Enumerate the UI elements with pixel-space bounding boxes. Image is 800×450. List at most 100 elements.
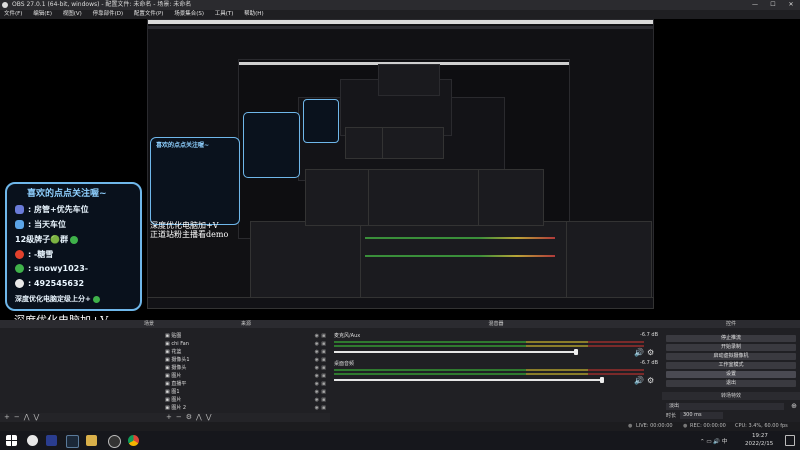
nested-meter (365, 237, 555, 239)
menu-profile[interactable]: 配置文件(P) (134, 11, 164, 17)
source-item[interactable]: ▣ 图片 ◉ ▣ (165, 373, 327, 380)
volume-slider[interactable] (334, 379, 602, 381)
scenes-tab[interactable]: 场景 (0, 320, 162, 328)
speaker-icon[interactable]: 🔊 (634, 376, 644, 385)
app-icon[interactable] (46, 435, 57, 446)
close-button[interactable]: ✕ (782, 0, 800, 10)
eye-icon[interactable]: ◉ (315, 341, 319, 348)
scenes-footer: + − ⋀ ⋁ (0, 413, 162, 422)
start-virtual-camera-button[interactable]: 启动虚拟摄像机 (666, 353, 796, 360)
source-item[interactable]: ▣ 图1 ◉ ▣ (165, 389, 327, 396)
eye-icon[interactable]: ◉ (315, 373, 319, 380)
scenes-dock: 场景 + − ⋀ ⋁ (0, 320, 163, 422)
source-item[interactable]: ▣ 图片 ◉ ▣ (165, 397, 327, 404)
menu-tools[interactable]: 工具(T) (215, 11, 234, 17)
lock-icon[interactable]: ▣ (321, 397, 326, 404)
gear-icon[interactable]: ⚙ (647, 348, 654, 357)
lock-icon[interactable]: ▣ (321, 405, 326, 412)
eye-icon[interactable]: ◉ (315, 381, 319, 388)
tray-icons[interactable]: ⌃ ▭ 🔊 中 (700, 437, 727, 445)
lock-icon[interactable]: ▣ (321, 373, 326, 380)
source-item[interactable]: ▣ 摄像头 ◉ ▣ (165, 365, 327, 372)
lock-icon[interactable]: ▣ (321, 381, 326, 388)
add-transition-button[interactable]: ⊕ (791, 402, 797, 410)
eye-icon[interactable]: ◉ (315, 349, 319, 356)
lock-icon[interactable]: ▣ (321, 365, 326, 372)
volume-slider[interactable] (334, 351, 576, 353)
nested-preview-5 (378, 64, 440, 96)
window-titlebar: OBS 27.0.1 (64-bit, windows) - 配置文件: 未命名… (0, 0, 800, 10)
exit-button[interactable]: 退出 (666, 380, 796, 387)
stop-streaming-button[interactable]: 停止推流 (666, 335, 796, 342)
menu-help[interactable]: 帮助(H) (244, 11, 263, 17)
rec-status: REC: 00:00:00 (690, 423, 726, 429)
studio-mode-button[interactable]: 工作室模式 (666, 362, 796, 369)
move-down-button[interactable]: ⋁ (34, 413, 40, 421)
start-recording-button[interactable]: 开始录制 (666, 344, 796, 351)
lock-icon[interactable]: ▣ (321, 389, 326, 396)
windows-start-icon[interactable] (6, 435, 17, 446)
taskbar-date: 2022/2/15 (745, 441, 774, 447)
chrome-icon[interactable] (128, 435, 139, 446)
menu-view[interactable]: 视图(V) (63, 11, 82, 17)
source-item[interactable]: ▣ 花篮 ◉ ▣ (165, 349, 327, 356)
source-item[interactable]: ▣ 贴图 ◉ ▣ (165, 333, 327, 340)
nested-mixer-dock-2 (368, 169, 480, 226)
source-item[interactable]: ▣ 图片 2 ◉ ▣ (165, 405, 327, 412)
preview-canvas[interactable]: 喜欢的点点关注喔~ 喜欢的点点关注喔~ : 房管+优先车位 : 当天车位 12级… (0, 19, 800, 320)
window-title: OBS 27.0.1 (64-bit, windows) - 配置文件: 未命名… (12, 1, 192, 8)
obs-taskbar-icon[interactable] (108, 435, 121, 448)
nested-taskbar (147, 297, 654, 309)
menu-file[interactable]: 文件(F) (4, 11, 22, 17)
steam-icon[interactable] (66, 435, 79, 448)
lock-icon[interactable]: ▣ (321, 349, 326, 356)
overlay-line-2: : 当天车位 (28, 220, 66, 229)
obs-logo-icon (2, 2, 8, 8)
weibo-icon (15, 250, 24, 259)
speaker-icon[interactable]: 🔊 (634, 348, 644, 357)
eye-icon[interactable]: ◉ (315, 389, 319, 396)
volume-meter (334, 341, 644, 343)
minimize-button[interactable]: — (746, 0, 764, 10)
settings-button[interactable]: 设置 (666, 371, 796, 378)
source-item[interactable]: ▣ chi Fan ◉ ▣ (165, 341, 327, 348)
move-down-button[interactable]: ⋁ (206, 413, 212, 421)
maximize-button[interactable]: ☐ (764, 0, 782, 10)
eye-icon[interactable]: ◉ (315, 333, 319, 340)
game-icon[interactable] (86, 435, 97, 446)
menu-scene-collection[interactable]: 场景集合(S) (174, 11, 204, 17)
remove-source-button[interactable]: − (176, 413, 182, 421)
eye-icon[interactable]: ◉ (315, 397, 319, 404)
source-item[interactable]: ▣ 直播平 ◉ ▣ (165, 381, 327, 388)
mixer-channel-name: 桌面音频 (334, 361, 355, 367)
remove-scene-button[interactable]: − (14, 413, 20, 421)
mixer-channel-name: 麦克风/Aux (334, 333, 361, 339)
nested-mixer-dock-3 (382, 127, 444, 159)
nested-mixer-dock (360, 221, 568, 301)
eye-icon[interactable]: ◉ (315, 357, 319, 364)
transition-select[interactable]: 淡出 (666, 403, 784, 410)
move-up-button[interactable]: ⋀ (196, 413, 202, 421)
menu-edit[interactable]: 编辑(E) (33, 11, 52, 17)
volume-slider-handle[interactable] (600, 377, 604, 383)
gear-icon[interactable]: ⚙ (647, 376, 654, 385)
eye-icon[interactable]: ◉ (315, 365, 319, 372)
notification-icon[interactable] (785, 435, 795, 446)
overlay-line-5: : snowy1023- (28, 264, 89, 273)
transition-duration-label: 时长 (666, 413, 677, 419)
add-source-button[interactable]: + (166, 413, 172, 421)
lock-icon[interactable]: ▣ (321, 357, 326, 364)
lock-icon[interactable]: ▣ (321, 341, 326, 348)
lock-icon[interactable]: ▣ (321, 333, 326, 340)
source-properties-button[interactable]: ⚙ (186, 413, 192, 421)
nested-sources-dock (250, 221, 362, 301)
volume-slider-handle[interactable] (574, 349, 578, 355)
transition-duration-input[interactable]: 300 ms (680, 412, 723, 419)
clock-app-icon[interactable] (27, 435, 38, 446)
move-up-button[interactable]: ⋀ (24, 413, 30, 421)
add-scene-button[interactable]: + (4, 413, 10, 421)
ticket-icon (15, 205, 24, 214)
eye-icon[interactable]: ◉ (315, 405, 319, 412)
menu-docks[interactable]: 停靠部件(D) (93, 11, 124, 17)
source-item[interactable]: ▣ 摄像头1 ◉ ▣ (165, 357, 327, 364)
